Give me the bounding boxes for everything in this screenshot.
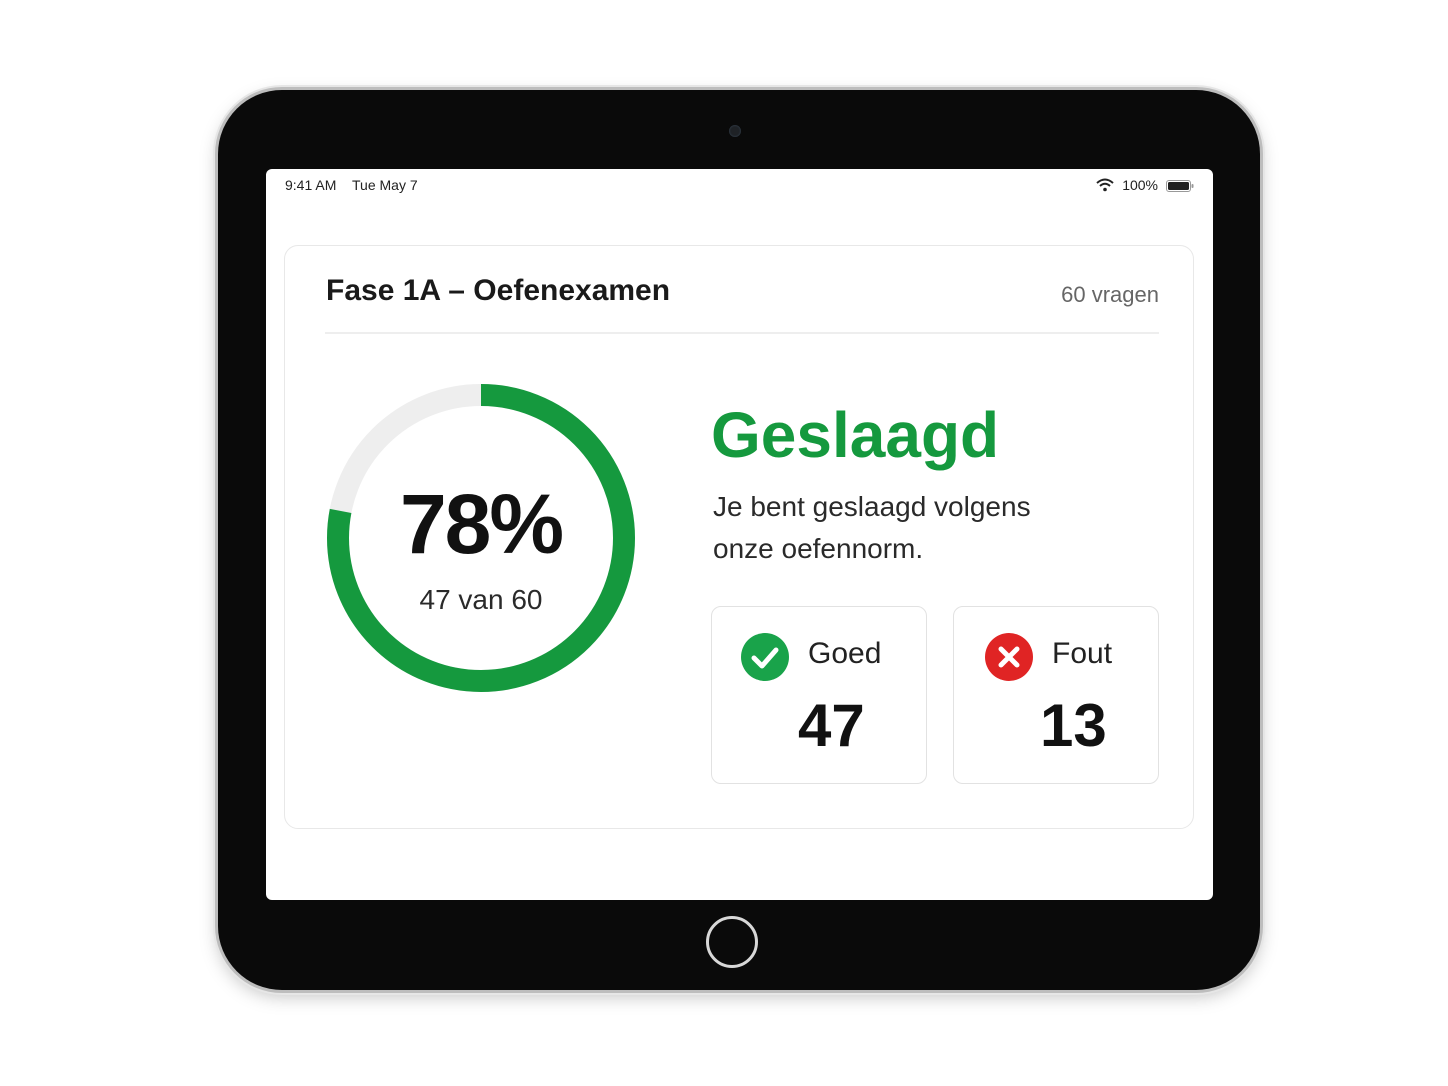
stat-good-label: Goed bbox=[808, 637, 882, 670]
exam-result-card: Fase 1A – Oefenexamen 60 vragen 78% 47 v… bbox=[284, 245, 1194, 829]
result-title: Geslaagd bbox=[711, 399, 1000, 471]
checkmark-icon bbox=[741, 633, 789, 681]
screen: 9:41 AM Tue May 7 100% Fase 1A – Oefenex… bbox=[266, 169, 1213, 900]
status-left: 9:41 AM Tue May 7 bbox=[285, 177, 430, 193]
score-percent: 78% bbox=[399, 477, 564, 571]
battery-percent: 100% bbox=[1122, 177, 1158, 193]
tablet-device: 9:41 AM Tue May 7 100% Fase 1A – Oefenex… bbox=[218, 90, 1260, 990]
home-button[interactable] bbox=[706, 916, 758, 968]
camera bbox=[729, 125, 741, 137]
battery-icon bbox=[1166, 179, 1194, 192]
stat-bad-label: Fout bbox=[1052, 637, 1113, 670]
exam-title: Fase 1A – Oefenexamen bbox=[326, 274, 671, 307]
score-ring: 78% 47 van 60 bbox=[327, 378, 635, 698]
stat-bad-card: Fout 13 bbox=[953, 606, 1159, 784]
status-time: 9:41 AM bbox=[285, 177, 337, 193]
card-header: Fase 1A – Oefenexamen 60 vragen bbox=[325, 268, 1159, 334]
question-count: 60 vragen bbox=[1061, 282, 1159, 307]
stat-bad-value: 13 bbox=[1040, 692, 1107, 759]
stat-good-value: 47 bbox=[798, 692, 865, 759]
result-description: Je bent geslaagd volgens onze oefennorm. bbox=[713, 491, 1031, 564]
wifi-icon bbox=[1096, 178, 1114, 192]
status-right: 100% bbox=[1096, 177, 1194, 193]
status-date: Tue May 7 bbox=[352, 177, 418, 193]
stat-good-card: Goed 47 bbox=[711, 606, 927, 784]
cross-icon bbox=[985, 633, 1033, 681]
score-count: 47 van 60 bbox=[419, 584, 543, 615]
status-bar: 9:41 AM Tue May 7 100% bbox=[266, 169, 1213, 199]
